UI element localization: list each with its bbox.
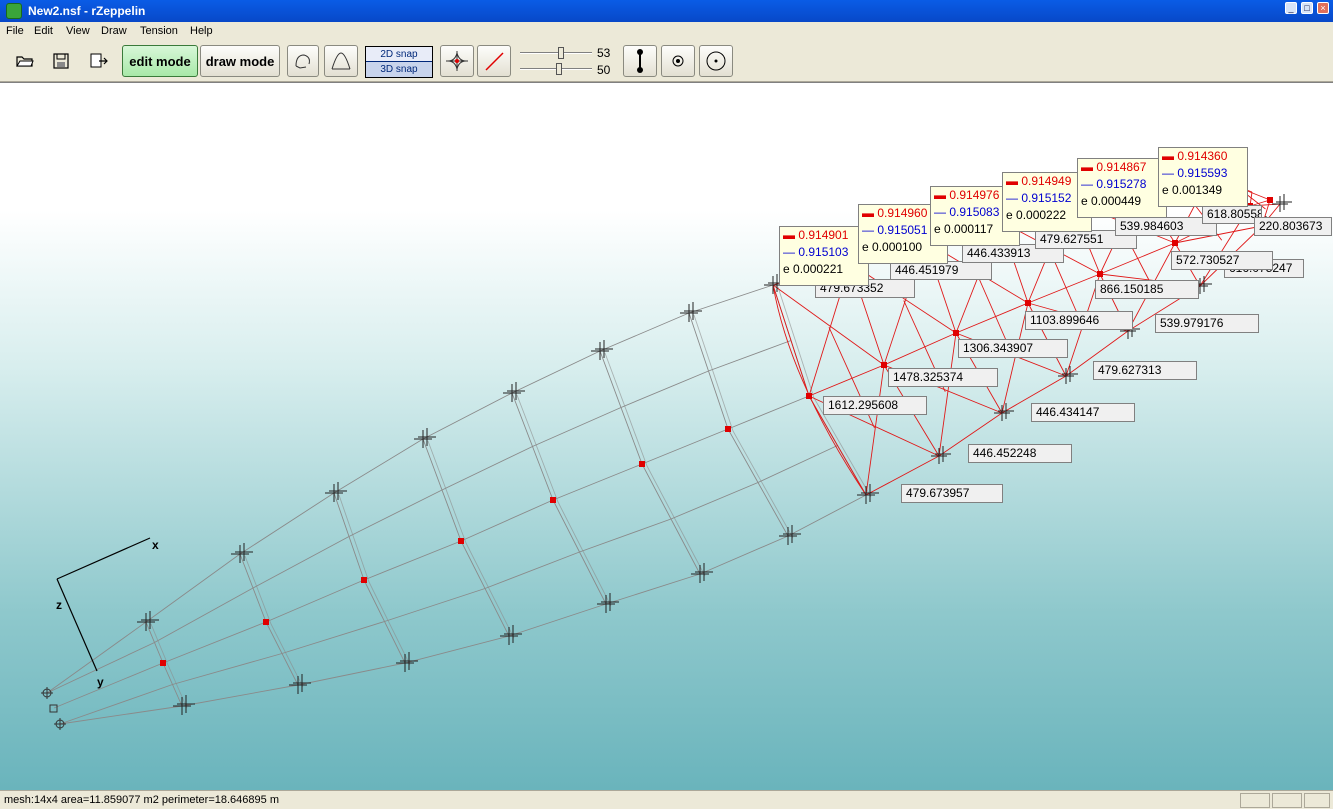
app-window: New2.nsf - rZeppelin _ □ × File Edit Vie…	[0, 0, 1333, 809]
tension-tooltip: ▬ 0.914901 — 0.915103 e 0.000221	[779, 226, 869, 286]
length-label: 446.434147	[1031, 403, 1135, 422]
app-icon	[6, 3, 22, 19]
menu-file[interactable]: File	[6, 25, 24, 37]
export-icon[interactable]	[84, 45, 114, 77]
snap-3d-option[interactable]: 3D snap	[366, 62, 432, 77]
length-label: 446.452248	[968, 444, 1072, 463]
length-label: 479.627313	[1093, 361, 1197, 380]
window-title: New2.nsf - rZeppelin	[28, 4, 146, 18]
length-label: 618.805588	[1202, 205, 1262, 224]
status-pane	[1240, 793, 1270, 808]
tooltip-blue-value: — 0.915593	[1162, 166, 1228, 180]
tooltip-error-value: e 0.000221	[783, 262, 844, 276]
edit-mode-button[interactable]: edit mode	[122, 45, 198, 77]
status-bar: mesh:14x4 area=11.859077 m2 perimeter=18…	[0, 790, 1333, 809]
tooltip-red-value: ▬ 0.914867	[1081, 160, 1147, 174]
snap-2d-option[interactable]: 2D snap	[366, 47, 432, 62]
minimize-icon[interactable]: _	[1285, 2, 1297, 14]
length-label: 220.803673	[1254, 217, 1332, 236]
line-tool-icon[interactable]	[477, 45, 511, 77]
rotate-up-icon[interactable]	[324, 45, 358, 77]
length-label: 539.979176	[1155, 314, 1259, 333]
menu-bar: File Edit View Draw Tension Help	[0, 22, 1333, 42]
length-label: 1478.325374	[888, 368, 998, 387]
menu-draw[interactable]: Draw	[101, 25, 127, 37]
tooltip-blue-value: — 0.915278	[1081, 177, 1147, 191]
slider-1-value: 53	[597, 46, 611, 60]
snap-toggle[interactable]: 2D snap 3D snap	[365, 46, 433, 78]
tooltip-blue-value: — 0.915103	[783, 245, 849, 259]
circle-tool-icon[interactable]	[699, 45, 733, 77]
save-icon[interactable]	[46, 45, 76, 77]
length-label: 572.730527	[1171, 251, 1273, 270]
status-pane	[1304, 793, 1330, 808]
axis-y-label: y	[97, 675, 104, 689]
cable-tool-icon[interactable]	[623, 45, 657, 77]
length-label: 1103.899646	[1025, 311, 1133, 330]
axis-z-label: z	[56, 598, 62, 612]
slider-2-value: 50	[597, 63, 611, 77]
point-tool-icon[interactable]	[661, 45, 695, 77]
slider-1-thumb[interactable]	[558, 47, 564, 59]
tooltip-red-value: ▬ 0.914901	[783, 228, 849, 242]
status-pane	[1272, 793, 1302, 808]
status-text: mesh:14x4 area=11.859077 m2 perimeter=18…	[4, 794, 279, 806]
tooltip-error-value: e 0.001349	[1162, 183, 1223, 197]
rotate-left-icon[interactable]	[287, 45, 319, 77]
toolbar: edit mode draw mode	[0, 42, 1333, 82]
title-bar[interactable]: New2.nsf - rZeppelin _ □ ×	[0, 0, 1333, 22]
slider-2-thumb[interactable]	[556, 63, 562, 75]
viewport-canvas[interactable]: x z y 479.673352 446.451979 446.433913 4…	[0, 82, 1333, 790]
length-label: 1306.343907	[958, 339, 1068, 358]
draw-mode-button[interactable]: draw mode	[200, 45, 280, 77]
slider-2[interactable]	[520, 62, 592, 76]
length-label: 866.150185	[1095, 280, 1199, 299]
tooltip-red-value: ▬ 0.914360	[1162, 149, 1228, 163]
maximize-icon[interactable]: □	[1301, 2, 1313, 14]
menu-edit[interactable]: Edit	[34, 25, 53, 37]
open-file-icon[interactable]	[10, 45, 40, 77]
menu-tension[interactable]: Tension	[140, 25, 178, 37]
node-tool-icon[interactable]	[440, 45, 474, 77]
close-icon[interactable]: ×	[1317, 2, 1329, 14]
menu-help[interactable]: Help	[190, 25, 213, 37]
tooltip-error-value: e 0.000449	[1081, 194, 1142, 208]
axis-x-label: x	[152, 538, 159, 552]
menu-view[interactable]: View	[66, 25, 90, 37]
tension-tooltip: ▬ 0.914360 — 0.915593 e 0.001349	[1158, 147, 1248, 207]
length-label: 1612.295608	[823, 396, 927, 415]
origin-markers	[41, 687, 66, 730]
length-label: 479.673957	[901, 484, 1003, 503]
tension-tooltip: ▬ 0.914867 — 0.915278 e 0.000449	[1077, 158, 1167, 218]
slider-1[interactable]	[520, 46, 592, 60]
